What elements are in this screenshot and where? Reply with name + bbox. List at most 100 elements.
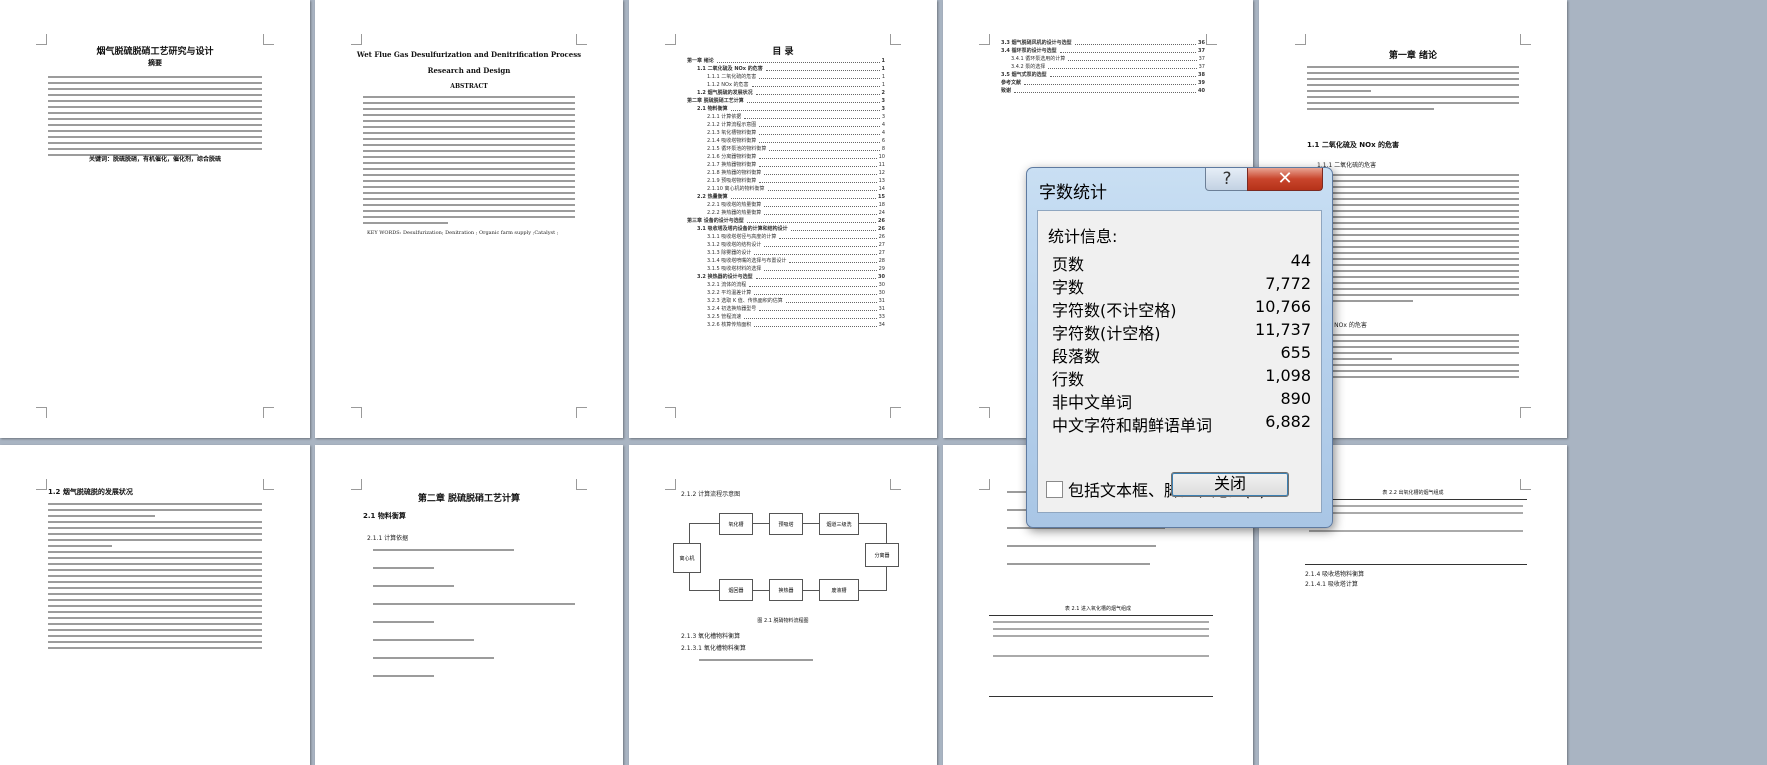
toc-entry-label: 3.2 换热器的设计与选型 <box>697 274 753 280</box>
toc-entry-page: 31 <box>878 306 885 312</box>
toc-entry-label: 2.1.9 预吸塔物料衡算 <box>707 178 757 184</box>
data-table <box>989 615 1213 697</box>
toc-entry[interactable]: 2.1.3 氧化槽物料衡算 4 <box>687 128 885 136</box>
close-button[interactable]: 关闭 <box>1171 472 1289 497</box>
toc-entry[interactable]: 致谢 40 <box>1001 86 1205 94</box>
toc-leader <box>765 70 880 71</box>
section-heading: 2.1 物料衡算 <box>363 512 406 520</box>
body-text <box>1307 334 1519 382</box>
toc-entry-label: 3.1.3 除雾器的设计 <box>707 250 752 256</box>
toc-entry[interactable]: 3.1.4 吸收塔喷嘴的选择与布置设计 28 <box>687 256 885 264</box>
toc-entry[interactable]: 2.1.6 分离器物料衡算 10 <box>687 152 885 160</box>
toc-entry[interactable]: 3.2.6 核算传热面积 34 <box>687 320 885 328</box>
toc-entry-page: 1 <box>881 66 885 72</box>
stat-row-chars-with-spaces: 字符数(计空格) 11,737 <box>1052 320 1311 343</box>
toc-entry[interactable]: 2.1.8 换热器的物料衡算 12 <box>687 168 885 176</box>
toc-entry[interactable]: 2.1.4 吸收塔物料衡算 6 <box>687 136 885 144</box>
toc-leader <box>755 94 880 95</box>
toc-entry[interactable]: 2.1 物料衡算 3 <box>687 104 885 112</box>
toc-entry-label: 3.2.6 核算传热面积 <box>707 322 752 328</box>
page-title: 烟气脱硫脱硝工艺研究与设计 <box>96 47 214 57</box>
toc-entry[interactable]: 3.4.1 循环泵选用的计算 37 <box>1001 54 1205 62</box>
toc-entry[interactable]: 2.1.2 计算流程示意图 4 <box>687 120 885 128</box>
flow-box: 烟道三级洗 <box>819 513 859 535</box>
toc-entry[interactable]: 2.1.9 预吸塔物料衡算 13 <box>687 176 885 184</box>
toc-entry-page: 6 <box>881 138 885 144</box>
toc-entry-page: 11 <box>878 162 885 168</box>
table-of-contents-continued: 3.3 烟气脱硝风机的设计与选型 36 3.4 循环泵的设计与选型 37 3.4.1 循… <box>1001 38 1205 94</box>
toc-leader <box>754 254 877 255</box>
toc-entry[interactable]: 第二章 脱硫脱硝工艺计算 3 <box>687 96 885 104</box>
toc-entry[interactable]: 2.1.5 循环泵池的物料衡算 8 <box>687 144 885 152</box>
toc-leader <box>759 134 880 135</box>
stat-row-non-asian-words: 非中文单词 890 <box>1052 389 1311 412</box>
toc-entry[interactable]: 3.5 烟气式泵的选型 38 <box>1001 70 1205 78</box>
toc-entry-page: 26 <box>878 218 885 224</box>
toc-entry[interactable]: 3.4.2 泵的选择 37 <box>1001 62 1205 70</box>
toc-entry[interactable]: 3.2.4 初选换热器型号 31 <box>687 304 885 312</box>
toc-entry[interactable]: 3.2.5 管程流速 33 <box>687 312 885 320</box>
body-text <box>699 659 889 665</box>
toc-entry-page: 1 <box>881 58 885 64</box>
toc-leader <box>1014 92 1197 93</box>
toc-leader <box>1024 84 1197 85</box>
toc-entry-page: 37 <box>1198 64 1205 70</box>
toc-entry[interactable]: 3.1 吸收塔及塔内设备的计算和结构设计 26 <box>687 224 885 232</box>
toc-entry[interactable]: 2.2.2 换热器的热量衡算 24 <box>687 208 885 216</box>
toc-entry[interactable]: 1.1.2 NOx 的危害 1 <box>687 80 885 88</box>
toc-leader <box>716 62 880 63</box>
toc-entry-page: 37 <box>1198 56 1205 62</box>
chapter-title: 第一章 绪论 <box>1388 51 1438 61</box>
toc-entry[interactable]: 3.2.1 流体的流程 30 <box>687 280 885 288</box>
section-heading: 1.2 烟气脱硫脱的发展状况 <box>48 488 133 496</box>
toc-entry[interactable]: 2.1.10 离心机的物料衡算 14 <box>687 184 885 192</box>
word-count-dialog: 字数统计 ? ✕ 统计信息: 页数 44 字数 7,772 字符数(不计空格) 10,… <box>1026 167 1333 528</box>
toc-entry[interactable]: 3.1.2 吸收塔的结构设计 27 <box>687 240 885 248</box>
toc-entry[interactable]: 1.2 烟气脱硫的发展状况 2 <box>687 88 885 96</box>
dialog-body: 统计信息: 页数 44 字数 7,772 字符数(不计空格) 10,766 字符数(计… <box>1037 210 1322 513</box>
toc-leader <box>759 158 877 159</box>
toc-entry[interactable]: 2.1.1 计算依据 3 <box>687 112 885 120</box>
toc-leader <box>754 326 877 327</box>
toc-entry-label: 3.4.1 循环泵选用的计算 <box>1011 56 1066 62</box>
toc-entry-page: 4 <box>881 122 885 128</box>
toc-leader <box>759 142 880 143</box>
toc-entry-label: 3.2.3 选取 K 值、传热面积的估算 <box>707 298 783 304</box>
toc-entry[interactable]: 第三章 设备的设计与选型 26 <box>687 216 885 224</box>
toc-entry[interactable]: 3.3 烟气脱硝风机的设计与选型 36 <box>1001 38 1205 46</box>
toc-entry[interactable]: 3.2.3 选取 K 值、传热面积的估算 31 <box>687 296 885 304</box>
toc-entry[interactable]: 3.1.5 吸收塔材料的选择 29 <box>687 264 885 272</box>
toc-entry-page: 40 <box>1198 88 1205 94</box>
close-window-button[interactable]: ✕ <box>1247 168 1323 191</box>
toc-entry[interactable]: 2.1.7 换热器物料衡算 11 <box>687 160 885 168</box>
flow-box: 分离器 <box>865 543 899 567</box>
flow-box: 氧化槽 <box>719 513 753 535</box>
toc-entry[interactable]: 3.1.1 吸收塔塔径与高度的计算 26 <box>687 232 885 240</box>
toc-entry-page: 27 <box>878 250 885 256</box>
toc-entry[interactable]: 3.4 循环泵的设计与选型 37 <box>1001 46 1205 54</box>
toc-entry[interactable]: 1.1.1 二氧化硫的危害 1 <box>687 72 885 80</box>
toc-entry-page: 29 <box>878 266 885 272</box>
abstract-heading-en: ABSTRACT <box>450 83 488 90</box>
toc-entry-label: 3.2.2 平均温差计算 <box>707 290 752 296</box>
toc-entry[interactable]: 1.1 二氧化硫及 NOx 的危害 1 <box>687 64 885 72</box>
toc-leader <box>755 278 877 279</box>
toc-entry-label: 2.1.8 换热器的物料衡算 <box>707 170 762 176</box>
stat-row-paragraphs: 段落数 655 <box>1052 343 1311 366</box>
toc-entry-label: 2.1.3 氧化槽物料衡算 <box>707 130 757 136</box>
toc-entry[interactable]: 第一章 绪论 1 <box>687 56 885 64</box>
toc-entry-page: 31 <box>878 298 885 304</box>
toc-entry[interactable]: 2.2 热量衡算 15 <box>687 192 885 200</box>
toc-entry-page: 3 <box>881 98 885 104</box>
toc-entry[interactable]: 3.2 换热器的设计与选型 30 <box>687 272 885 280</box>
include-textboxes-checkbox[interactable] <box>1046 481 1063 498</box>
toc-leader <box>764 270 877 271</box>
toc-entry[interactable]: 参考文献 39 <box>1001 78 1205 86</box>
toc-entry-label: 3.3 烟气脱硝风机的设计与选型 <box>1001 40 1072 46</box>
toc-entry[interactable]: 3.1.3 除雾器的设计 27 <box>687 248 885 256</box>
toc-entry[interactable]: 3.2.2 平均温差计算 30 <box>687 288 885 296</box>
help-button[interactable]: ? <box>1205 168 1249 191</box>
toc-entry[interactable]: 2.2.1 吸收塔的热量衡算 18 <box>687 200 885 208</box>
toc-leader <box>730 110 880 111</box>
toc-entry-page: 10 <box>878 154 885 160</box>
